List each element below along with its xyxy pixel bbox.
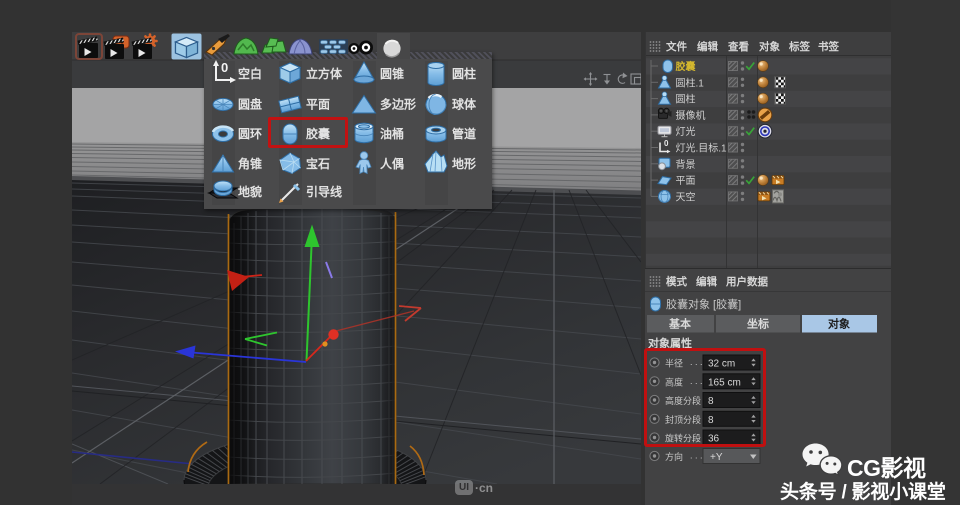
svg-text:圆柱: 圆柱	[676, 93, 696, 106]
svg-text:管道: 管道	[452, 126, 476, 141]
svg-text:基本: 基本	[668, 317, 691, 331]
svg-text:球体: 球体	[452, 97, 477, 112]
svg-text:地形: 地形	[452, 156, 476, 171]
svg-text:模式: 模式	[666, 275, 687, 288]
svg-text:文件: 文件	[665, 40, 687, 53]
svg-text:圆锥: 圆锥	[380, 66, 404, 81]
svg-text:查看: 查看	[727, 40, 749, 53]
svg-text:圆环: 圆环	[238, 127, 262, 141]
svg-text:对象: 对象	[759, 40, 780, 53]
svg-text:立方体: 立方体	[306, 66, 343, 81]
svg-text:编辑: 编辑	[696, 275, 717, 288]
svg-text:书签: 书签	[818, 40, 839, 53]
svg-text:标签: 标签	[788, 40, 810, 53]
svg-text:灯光.目标.1: 灯光.目标.1	[676, 142, 728, 155]
svg-text:+Y: +Y	[710, 452, 723, 463]
svg-text:摄像机: 摄像机	[676, 109, 706, 122]
svg-text:角锥: 角锥	[238, 156, 262, 171]
svg-text:坐标: 坐标	[747, 317, 769, 331]
svg-text:多边形: 多边形	[380, 97, 416, 112]
svg-text:人偶: 人偶	[380, 156, 404, 171]
svg-text:地貌: 地貌	[238, 184, 262, 199]
svg-text:0: 0	[664, 139, 669, 148]
svg-text:平面: 平面	[306, 98, 330, 112]
svg-text:天空: 天空	[676, 190, 696, 203]
svg-text:. . .: . . .	[690, 451, 703, 461]
svg-text:灯光: 灯光	[676, 125, 696, 138]
svg-text:胶囊: 胶囊	[676, 60, 697, 73]
svg-text:对象: 对象	[828, 317, 850, 331]
svg-text:平面: 平面	[676, 176, 696, 187]
svg-text:背景: 背景	[676, 158, 696, 171]
svg-text:胶囊对象 [胶囊]: 胶囊对象 [胶囊]	[666, 297, 741, 311]
svg-text:空白: 空白	[238, 66, 262, 81]
svg-text:圆柱.1: 圆柱.1	[676, 76, 705, 89]
svg-text:0: 0	[221, 60, 228, 75]
svg-text:宝石: 宝石	[306, 156, 330, 171]
svg-text:引导线: 引导线	[306, 184, 342, 199]
svg-text:圆盘: 圆盘	[238, 97, 262, 112]
svg-text:编辑: 编辑	[697, 40, 718, 53]
svg-text:用户数据: 用户数据	[725, 275, 768, 288]
svg-text:油桶: 油桶	[380, 126, 404, 141]
svg-text:圆柱: 圆柱	[452, 66, 476, 81]
svg-text:方向: 方向	[665, 451, 683, 462]
